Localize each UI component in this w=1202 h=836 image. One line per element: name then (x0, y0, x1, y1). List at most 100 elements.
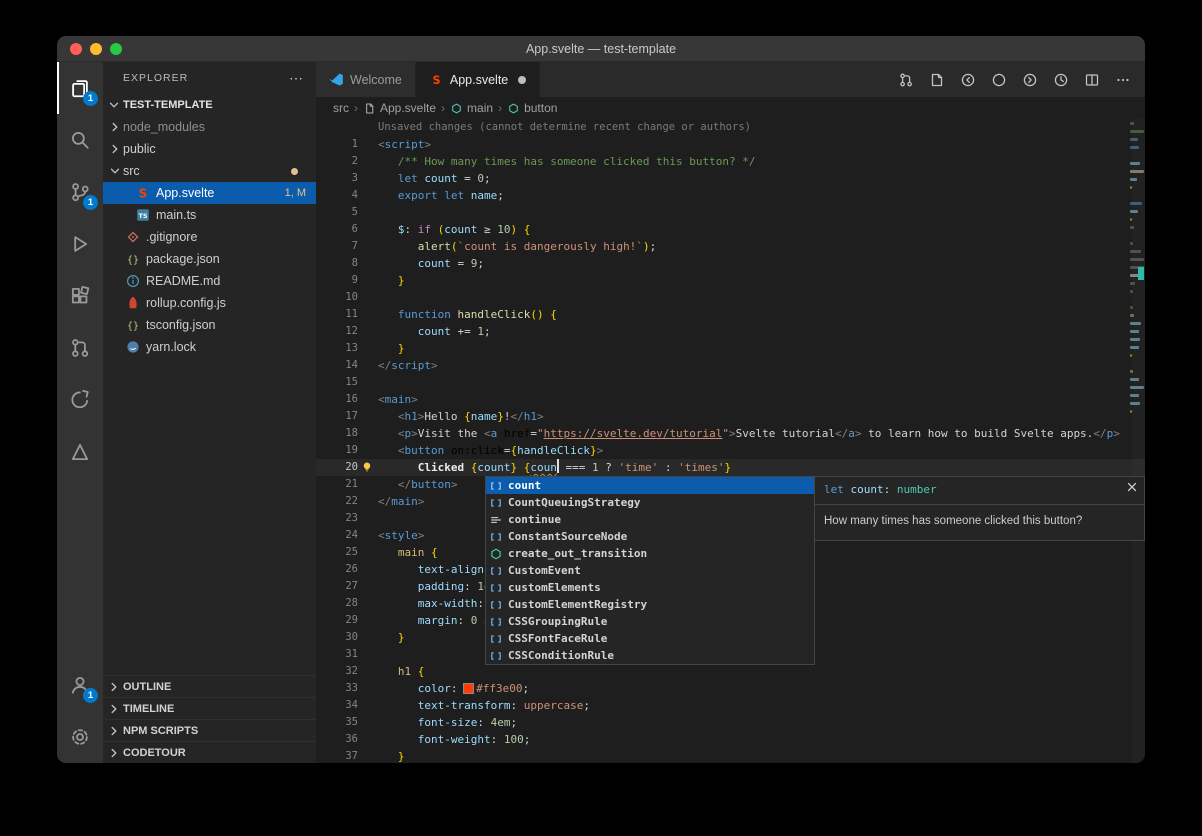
suggestion-continue[interactable]: continue (486, 511, 814, 528)
sidebar-section-codetour[interactable]: CODETOUR (103, 741, 316, 763)
explorer-more-actions-icon[interactable]: ⋯ (289, 70, 304, 87)
code-text: font-weight: 100; (378, 731, 530, 748)
code-line-18[interactable]: 18 <p>Visit the <a href="https://svelte.… (316, 425, 1145, 442)
activity-bar-item-explorer[interactable]: 1 (57, 62, 103, 114)
activity-bar-item-extensions[interactable] (57, 270, 103, 322)
file-tsconfig.json[interactable]: {}tsconfig.json (103, 314, 316, 336)
activity-bar-item-search[interactable] (57, 114, 103, 166)
line-number: 9 (316, 272, 358, 289)
line-number: 15 (316, 374, 358, 391)
line-number: 23 (316, 510, 358, 527)
sidebar-section-npm-scripts[interactable]: NPM SCRIPTS (103, 719, 316, 741)
code-line-36[interactable]: 36 font-weight: 100; (316, 731, 1145, 748)
file-rollup.config.js[interactable]: rollup.config.js (103, 292, 316, 314)
code-line-35[interactable]: 35 font-size: 4em; (316, 714, 1145, 731)
suggestion-count[interactable]: count (486, 477, 814, 494)
code-line-7[interactable]: 7 alert(`count is dangerously high!`); (316, 238, 1145, 255)
vscode-icon (329, 72, 344, 87)
tab-app-svelte[interactable]: SApp.svelte (416, 62, 540, 97)
previous-change-icon[interactable] (960, 72, 976, 88)
timeline-icon[interactable] (1053, 72, 1069, 88)
code-line-9[interactable]: 9 } (316, 272, 1145, 289)
file-README.md[interactable]: README.md (103, 270, 316, 292)
code-line-16[interactable]: 16<main> (316, 391, 1145, 408)
file-package.json[interactable]: {}package.json (103, 248, 316, 270)
activity-bar-item-accounts[interactable]: 1 (57, 659, 103, 711)
breadcrumb-item-button[interactable]: button (507, 101, 557, 115)
suggestion-CustomElementRegistry[interactable]: CustomElementRegistry (486, 596, 814, 613)
close-icon[interactable] (1124, 479, 1140, 495)
breadcrumb-separator: › (354, 101, 358, 115)
code-line-8[interactable]: 8 count = 9; (316, 255, 1145, 272)
code-line-17[interactable]: 17 <h1>Hello {name}!</h1> (316, 408, 1145, 425)
next-change-icon[interactable] (1022, 72, 1038, 88)
activity-bar-item-settings[interactable] (57, 711, 103, 763)
code-line-19[interactable]: 19 <button on:click={handleClick}> (316, 442, 1145, 459)
code-text: <main> (378, 391, 418, 408)
activity-bar-item-github-pull-requests[interactable] (57, 322, 103, 374)
file-yarn.lock[interactable]: yarn.lock (103, 336, 316, 358)
folder-src[interactable]: src (103, 160, 316, 182)
activity-bar-item-run-debug[interactable] (57, 218, 103, 270)
symbol-variable-icon (489, 479, 503, 493)
pull-request-icon[interactable] (898, 72, 914, 88)
code-line-2[interactable]: 2 /** How many times has someone clicked… (316, 153, 1145, 170)
sidebar-section-outline[interactable]: OUTLINE (103, 675, 316, 697)
breadcrumb-item-app-svelte[interactable]: App.svelte (363, 101, 436, 115)
close-window-button[interactable] (70, 43, 82, 55)
suggestion-customElements[interactable]: customElements (486, 579, 814, 596)
code-line-34[interactable]: 34 text-transform: uppercase; (316, 697, 1145, 714)
code-editor[interactable]: Unsaved changes (cannot determine recent… (316, 119, 1145, 763)
gutter-decoration (358, 510, 378, 527)
code-line-1[interactable]: 1<script> (316, 136, 1145, 153)
breadcrumb-item-main[interactable]: main (450, 101, 493, 115)
suggestion-create_out_transition[interactable]: create_out_transition (486, 545, 814, 562)
code-line-13[interactable]: 13 } (316, 340, 1145, 357)
suggestion-CSSGroupingRule[interactable]: CSSGroupingRule (486, 613, 814, 630)
code-line-32[interactable]: 32 h1 { (316, 663, 1145, 680)
suggestion-CustomEvent[interactable]: CustomEvent (486, 562, 814, 579)
file-App.svelte[interactable]: SApp.svelte1, M (103, 182, 316, 204)
file-.gitignore[interactable]: .gitignore (103, 226, 316, 248)
gitlens-circle-icon[interactable] (991, 72, 1007, 88)
suggestion-CountQueuingStrategy[interactable]: CountQueuingStrategy (486, 494, 814, 511)
activity-bar-item-azure[interactable] (57, 426, 103, 478)
file-main.ts[interactable]: TSmain.ts (103, 204, 316, 226)
code-line-10[interactable]: 10 (316, 289, 1145, 306)
svelte-icon: S (429, 72, 444, 87)
suggestion-CSSConditionRule[interactable]: CSSConditionRule (486, 647, 814, 664)
code-line-5[interactable]: 5 (316, 204, 1145, 221)
code-line-4[interactable]: 4 export let name; (316, 187, 1145, 204)
activity-bar-item-live-share[interactable] (57, 374, 103, 426)
suggestion-CSSFontFaceRule[interactable]: CSSFontFaceRule (486, 630, 814, 647)
chevron-right-icon (107, 141, 123, 157)
activity-bar-item-source-control[interactable]: 1 (57, 166, 103, 218)
split-editor-icon[interactable] (1084, 72, 1100, 88)
sidebar-section-timeline[interactable]: TIMELINE (103, 697, 316, 719)
code-line-37[interactable]: 37 } (316, 748, 1145, 763)
minimize-window-button[interactable] (90, 43, 102, 55)
gutter-decoration (358, 527, 378, 544)
code-line-14[interactable]: 14</script> (316, 357, 1145, 374)
unsaved-dot[interactable] (518, 76, 526, 84)
suggestion-label: create_out_transition (508, 545, 647, 562)
code-line-3[interactable]: 3 let count = 0; (316, 170, 1145, 187)
zoom-window-button[interactable] (110, 43, 122, 55)
folder-public[interactable]: public (103, 138, 316, 160)
tab-welcome[interactable]: Welcome (316, 62, 416, 97)
code-line-33[interactable]: 33 color: #ff3e00; (316, 680, 1145, 697)
folder-node_modules[interactable]: node_modules (103, 116, 316, 138)
section-label: TIMELINE (123, 703, 174, 715)
code-line-15[interactable]: 15 (316, 374, 1145, 391)
project-section-header[interactable]: TEST-TEMPLATE (103, 94, 316, 116)
more-actions-icon[interactable] (1115, 72, 1131, 88)
code-line-12[interactable]: 12 count += 1; (316, 323, 1145, 340)
code-line-11[interactable]: 11 function handleClick() { (316, 306, 1145, 323)
lightbulb-icon[interactable] (358, 459, 378, 476)
breadcrumb-item-src[interactable]: src (333, 101, 349, 115)
suggestion-ConstantSourceNode[interactable]: ConstantSourceNode (486, 528, 814, 545)
code-line-20[interactable]: 20 Clicked {count} {coun === 1 ? 'time' … (316, 459, 1145, 476)
code-line-6[interactable]: 6 $: if (count ≥ 10) { (316, 221, 1145, 238)
open-changes-icon[interactable] (929, 72, 945, 88)
color-swatch[interactable] (464, 684, 473, 693)
